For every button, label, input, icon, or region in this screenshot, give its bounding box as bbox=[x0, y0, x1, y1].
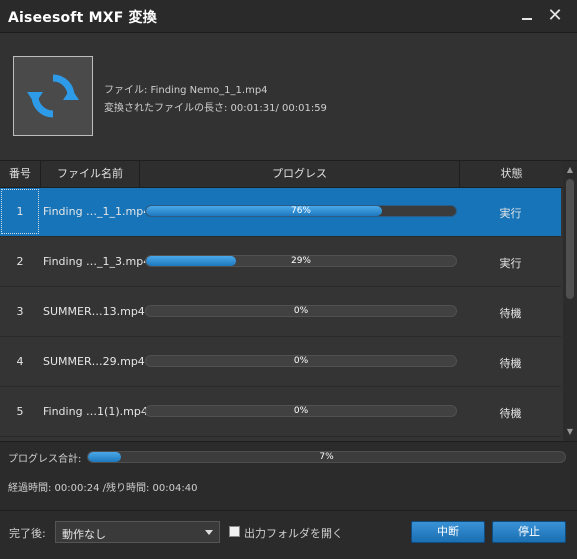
after-completion-label: 完了後: bbox=[9, 527, 46, 540]
open-output-folder-label[interactable]: 出力フォルダを開く bbox=[244, 525, 343, 541]
chevron-down-icon bbox=[205, 530, 213, 535]
elapsed-remaining-time: 経過時間: 00:00:24 /残り時間: 00:04:40 bbox=[8, 483, 198, 494]
table-row[interactable]: 3 SUMMER…13.mp4 0% 待機 bbox=[0, 288, 561, 337]
convert-refresh-icon bbox=[27, 74, 79, 118]
row-progress-bar: 76% bbox=[145, 205, 457, 217]
title-bar: Aiseesoft MXF 変換 ✕ bbox=[0, 0, 577, 33]
scroll-thumb[interactable] bbox=[566, 179, 574, 299]
after-completion-value: 動作なし bbox=[62, 528, 106, 541]
converted-length: 変換されたファイルの長さ: 00:01:31/ 00:01:59 bbox=[104, 103, 327, 114]
table-row[interactable]: 5 Finding …1(1).mp4 0% 待機 bbox=[0, 388, 561, 437]
row-progress-text: 0% bbox=[293, 356, 309, 366]
row-progress-text: 76% bbox=[290, 206, 311, 216]
minimize-icon[interactable] bbox=[517, 6, 537, 26]
row-status: 待機 bbox=[499, 307, 522, 320]
row-progress-text: 0% bbox=[293, 406, 309, 416]
row-number: 1 bbox=[16, 205, 24, 218]
row-status: 待機 bbox=[499, 407, 522, 420]
row-filename: Finding …1(1).mp4 bbox=[43, 405, 148, 418]
header-filename: ファイル名前 bbox=[41, 161, 140, 187]
table-row[interactable]: 2 Finding …_1_3.mp4 29% 実行 bbox=[0, 238, 561, 287]
row-number: 4 bbox=[16, 355, 24, 368]
thumbnail bbox=[13, 56, 93, 136]
footer-bar: 完了後: 動作なし 出力フォルダを開く 中断 停止 bbox=[0, 510, 577, 559]
row-filename: Finding …_1_1.mp4 bbox=[43, 205, 151, 218]
conversion-table: 番号 ファイル名前 プログレス 状態 1 Finding …_1_1.mp4 7… bbox=[0, 160, 577, 441]
row-progress-text: 29% bbox=[290, 256, 311, 266]
row-progress-bar: 0% bbox=[145, 355, 457, 367]
row-filename: SUMMER…29.mp4 bbox=[43, 355, 145, 368]
current-file-name: ファイル: Finding Nemo_1_1.mp4 bbox=[104, 85, 268, 96]
vertical-scrollbar[interactable]: ▲ ▼ bbox=[563, 161, 577, 441]
total-progress-section: プログレス合計: 7% 経過時間: 00:00:24 /残り時間: 00:04:… bbox=[0, 441, 577, 502]
row-progress-bar: 0% bbox=[145, 405, 457, 417]
row-progress-bar: 29% bbox=[145, 255, 457, 267]
row-status: 実行 bbox=[499, 257, 522, 270]
table-header: 番号 ファイル名前 プログレス 状態 bbox=[0, 161, 563, 188]
scroll-up-icon[interactable]: ▲ bbox=[563, 163, 577, 177]
scroll-down-icon[interactable]: ▼ bbox=[563, 425, 577, 439]
row-number: 5 bbox=[16, 405, 24, 418]
app-title: Aiseesoft MXF 変換 bbox=[8, 10, 157, 26]
row-number: 3 bbox=[16, 305, 24, 318]
after-completion-select[interactable]: 動作なし bbox=[55, 521, 220, 543]
header-progress: プログレス bbox=[140, 161, 460, 187]
close-icon[interactable]: ✕ bbox=[545, 6, 565, 26]
row-progress-text: 0% bbox=[293, 306, 309, 316]
row-filename: SUMMER…13.mp4 bbox=[43, 305, 145, 318]
header-number: 番号 bbox=[0, 161, 41, 187]
row-status: 待機 bbox=[499, 357, 522, 370]
current-file-info: ファイル: Finding Nemo_1_1.mp4 変換されたファイルの長さ:… bbox=[0, 33, 577, 160]
stop-button[interactable]: 停止 bbox=[492, 521, 566, 543]
table-row[interactable]: 4 SUMMER…29.mp4 0% 待機 bbox=[0, 338, 561, 387]
total-progress-label: プログレス合計: bbox=[8, 454, 82, 465]
header-status: 状態 bbox=[500, 167, 523, 180]
table-row[interactable]: 1 Finding …_1_1.mp4 76% 実行 bbox=[0, 188, 561, 237]
abort-button[interactable]: 中断 bbox=[411, 521, 485, 543]
total-progress-text: 7% bbox=[319, 452, 334, 462]
row-number: 2 bbox=[16, 255, 24, 268]
row-status: 実行 bbox=[499, 207, 522, 220]
total-progress-bar: 7% bbox=[87, 451, 566, 463]
row-progress-bar: 0% bbox=[145, 305, 457, 317]
row-filename: Finding …_1_3.mp4 bbox=[43, 255, 151, 268]
open-output-folder-checkbox[interactable] bbox=[229, 526, 240, 537]
